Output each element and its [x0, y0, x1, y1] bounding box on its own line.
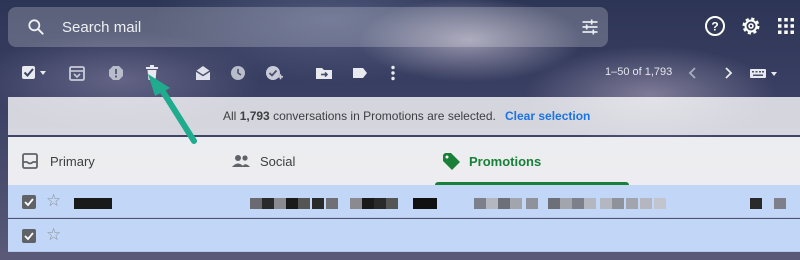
- tag-icon: [443, 153, 460, 170]
- pagination-label: 1–50 of 1,793: [605, 66, 673, 78]
- add-to-tasks-icon[interactable]: [264, 63, 284, 83]
- row-checkbox[interactable]: [22, 195, 36, 209]
- search-icon[interactable]: [26, 17, 46, 37]
- tab-primary[interactable]: Primary: [8, 137, 222, 185]
- inbox-icon: [22, 153, 38, 169]
- search-bar[interactable]: Search mail: [8, 7, 608, 47]
- settings-icon[interactable]: [739, 14, 763, 38]
- star-icon[interactable]: ☆: [46, 225, 61, 245]
- people-icon: [232, 155, 250, 167]
- older-page-icon[interactable]: [718, 63, 738, 83]
- more-icon[interactable]: [383, 63, 403, 83]
- mark-as-read-icon[interactable]: [193, 63, 213, 83]
- checkmark-icon: [24, 232, 34, 241]
- tab-promotions-label: Promotions: [469, 154, 542, 169]
- delete-icon[interactable]: [142, 62, 162, 82]
- svg-text:?: ?: [711, 20, 718, 34]
- selection-message: All 1,793 conversations in Promotions ar…: [223, 109, 496, 123]
- tab-primary-label: Primary: [50, 154, 95, 169]
- star-icon[interactable]: ☆: [46, 191, 61, 211]
- help-icon[interactable]: ?: [703, 14, 727, 38]
- select-all-checkbox-icon[interactable]: [20, 63, 50, 83]
- tab-social-label: Social: [260, 154, 296, 169]
- list-item[interactable]: ☆: [8, 185, 800, 218]
- newer-page-icon[interactable]: [683, 63, 703, 83]
- checkmark-icon: [24, 198, 34, 207]
- tab-promotions[interactable]: Promotions: [433, 137, 629, 185]
- category-tabs: Primary Social Promotions: [8, 137, 800, 185]
- search-input[interactable]: Search mail: [62, 19, 141, 36]
- row-checkbox[interactable]: [22, 229, 36, 243]
- clear-selection-link[interactable]: Clear selection: [505, 109, 590, 123]
- message-list: ☆ ☆: [8, 185, 800, 260]
- move-to-icon[interactable]: [314, 63, 334, 83]
- apps-icon[interactable]: [774, 14, 798, 38]
- selection-count: 1,793: [239, 109, 270, 123]
- archive-icon[interactable]: [67, 63, 87, 83]
- snooze-icon[interactable]: [228, 63, 248, 83]
- report-spam-icon[interactable]: [106, 63, 126, 83]
- selection-prefix: All: [223, 109, 237, 123]
- list-item[interactable]: ☆: [8, 219, 800, 252]
- selection-banner: All 1,793 conversations in Promotions ar…: [8, 97, 800, 135]
- tab-social[interactable]: Social: [222, 137, 433, 185]
- selection-suffix: conversations in Promotions are selected…: [273, 109, 496, 123]
- tune-icon[interactable]: [580, 17, 600, 37]
- label-icon[interactable]: [350, 63, 370, 83]
- input-tools-icon[interactable]: [748, 63, 782, 83]
